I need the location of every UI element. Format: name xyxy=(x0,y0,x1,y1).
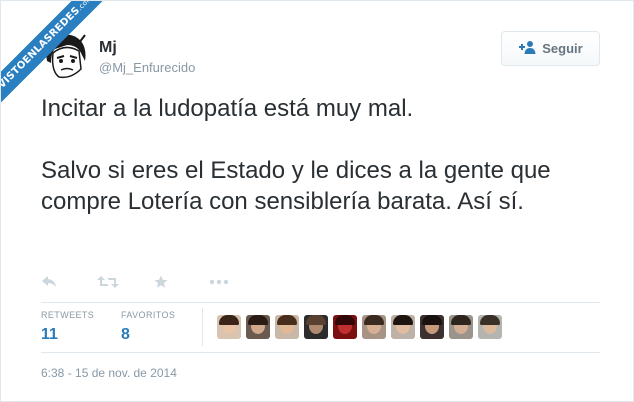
tweet-paragraph: Incitar a la ludopatía está muy mal. xyxy=(41,95,414,122)
avatar[interactable] xyxy=(362,315,386,339)
watermark-ribbon: VISTOENLASREDES.com xyxy=(1,1,121,121)
watermark-text: VISTOENLASREDES.com xyxy=(1,1,114,110)
retweets-label: RETWEETS xyxy=(41,310,95,320)
tweet-card: VISTOENLASREDES.com Mj @Mj_Enfurecido Se… xyxy=(0,0,634,402)
avatar[interactable] xyxy=(304,315,328,339)
retweets-count: 11 xyxy=(41,326,58,343)
follow-button[interactable]: Seguir xyxy=(501,31,600,66)
more-icon[interactable] xyxy=(209,272,265,292)
tweet-actions xyxy=(41,272,265,292)
avatar[interactable] xyxy=(449,315,473,339)
retweets-stat[interactable]: RETWEETS 11 xyxy=(41,310,94,344)
favoriters-avatars xyxy=(217,315,502,339)
tweet-text: Incitar a la ludopatía está muy mal. Sal… xyxy=(41,93,611,217)
avatar[interactable] xyxy=(333,315,357,339)
favorites-stat[interactable]: FAVORITOS 8 xyxy=(121,310,175,344)
reply-icon[interactable] xyxy=(41,272,97,292)
avatar[interactable] xyxy=(391,315,415,339)
favorites-count: 8 xyxy=(121,326,130,343)
favorites-label: FAVORITOS xyxy=(121,310,176,320)
stats-separator xyxy=(202,308,203,346)
retweet-icon[interactable] xyxy=(97,272,153,292)
divider xyxy=(41,352,600,353)
add-user-icon xyxy=(518,40,536,57)
avatar[interactable] xyxy=(420,315,444,339)
avatar[interactable] xyxy=(275,315,299,339)
avatar[interactable] xyxy=(217,315,241,339)
timestamp[interactable]: 6:38 - 15 de nov. de 2014 xyxy=(41,366,177,380)
divider xyxy=(41,302,600,303)
avatar[interactable] xyxy=(478,315,502,339)
tweet-paragraph: Salvo si eres el Estado y le dices a la … xyxy=(41,157,551,215)
avatar[interactable] xyxy=(246,315,270,339)
favorite-icon[interactable] xyxy=(153,272,209,292)
follow-button-label: Seguir xyxy=(542,41,583,56)
